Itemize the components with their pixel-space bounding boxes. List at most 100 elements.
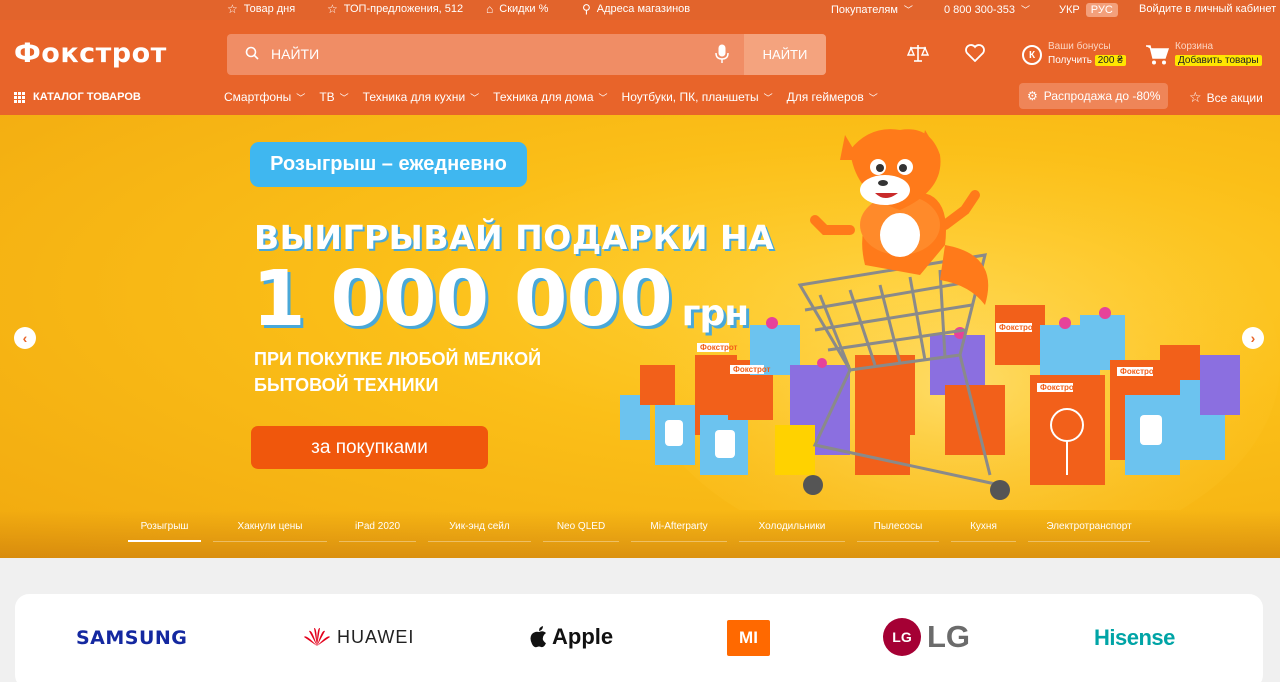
banner-tab[interactable]: Уик-энд сейл	[428, 521, 531, 542]
banner-tab[interactable]: Электротранспорт	[1028, 521, 1150, 542]
logo[interactable]: Фокстрот	[14, 38, 167, 69]
brand-xiaomi[interactable]: MI	[727, 620, 770, 656]
shop-now-button[interactable]: за покупками	[251, 426, 488, 469]
buyers-menu[interactable]: Покупателям ﹀	[831, 3, 913, 16]
nav-label: Техника для дома	[493, 90, 594, 104]
phone-menu[interactable]: 0 800 300-353 ﹀	[944, 3, 1030, 16]
bonus-widget[interactable]: К Ваши бонусы Получить 200 ₴	[1022, 40, 1126, 68]
compare-scales-icon[interactable]	[907, 42, 929, 64]
nav-label: ТВ	[319, 90, 335, 104]
brand-lg-label: LG	[927, 619, 971, 654]
daily-draw-badge: Розыгрыш – ежедневно	[250, 142, 527, 187]
cart-add-badge: Добавить товары	[1175, 55, 1262, 66]
tag-icon: ⌂	[486, 2, 494, 16]
catalog-label: КАТАЛОГ ТОВАРОВ	[33, 91, 141, 103]
discounts-link[interactable]: ⌂ Скидки %	[486, 3, 548, 15]
box-label: Фокстрот	[1040, 383, 1078, 392]
nav-label: Смартфоны	[224, 90, 292, 104]
bonus-coin-icon: К	[1022, 45, 1042, 65]
header: Фокстрот НАЙТИ НАЙТИ К Ваши бонусы Получ…	[0, 20, 1280, 115]
nav-item-tv[interactable]: ТВ ﹀	[319, 90, 348, 104]
nav-label: Техника для кухни	[362, 90, 466, 104]
nav-item-gamers[interactable]: Для геймеров ﹀	[787, 90, 878, 104]
heart-icon[interactable]	[965, 44, 985, 62]
banner-subline: ПРИ ПОКУПКЕ ЛЮБОЙ МЕЛКОЙ БЫТОВОЙ ТЕХНИКИ	[254, 346, 541, 398]
promo-banner[interactable]: Фокстрот Фокстрот Фокстрот Фокстрот Фокс…	[0, 115, 1280, 558]
nav-label: Ноутбуки, ПК, планшеты	[621, 90, 759, 104]
box-label: Фокстрот	[700, 343, 738, 352]
banner-tab[interactable]: Хакнули цены	[213, 521, 327, 542]
stores-label: Адреса магазинов	[596, 3, 691, 15]
chevron-down-icon: ﹀	[296, 92, 306, 103]
brand-apple[interactable]: Apple	[529, 624, 613, 650]
box-label: Фокстрот	[999, 323, 1037, 332]
nav-item-home[interactable]: Техника для дома ﹀	[493, 90, 607, 104]
stores-link[interactable]: ⚲ Адреса магазинов	[582, 3, 690, 15]
login-label: Войдите в личный кабинет	[1139, 3, 1277, 15]
search-bar: НАЙТИ НАЙТИ	[227, 34, 826, 75]
map-pin-icon: ⚲	[582, 2, 591, 16]
star-icon: ☆	[227, 2, 238, 16]
top-bar: ☆ Товар дня ☆ ТОП-предложения, 512 ⌂ Ски…	[0, 0, 1280, 20]
microphone-icon[interactable]	[715, 44, 729, 64]
banner-tab[interactable]: Кухня	[951, 521, 1016, 542]
chevron-down-icon: ﹀	[339, 92, 349, 103]
top-offers-link[interactable]: ☆ ТОП-предложения, 512	[327, 3, 463, 15]
all-actions-link[interactable]: ☆ Все акции	[1189, 89, 1263, 106]
main-nav: КАТАЛОГ ТОВАРОВ Смартфоны ﹀ ТВ ﹀ Техника д…	[0, 83, 1280, 109]
search-icon	[245, 46, 259, 60]
banner-headline: ВЫИГРЫВАЙ ПОДАРКИ НА	[254, 218, 775, 257]
brand-apple-label: Apple	[552, 624, 614, 649]
brands-strip: SAMSUNG HUAWEI Apple MI LG LG Hisense	[15, 594, 1263, 682]
brand-huawei[interactable]: HUAWEI	[303, 626, 414, 648]
banner-subline-1: ПРИ ПОКУПКЕ ЛЮБОЙ МЕЛКОЙ	[254, 349, 542, 369]
login-link[interactable]: Войдите в личный кабинет	[1139, 3, 1276, 15]
language-switch: УКР РУС	[1059, 3, 1118, 17]
banner-subline-2: БЫТОВОЙ ТЕХНИКИ	[254, 375, 439, 395]
apple-logo-icon	[530, 626, 546, 648]
sale-button[interactable]: ⚙ Распродажа до -80%	[1019, 83, 1169, 109]
brand-samsung[interactable]: SAMSUNG	[76, 627, 187, 649]
nav-item-kitchen[interactable]: Техника для кухни ﹀	[363, 90, 479, 104]
sale-label: Распродажа до -80%	[1043, 89, 1161, 103]
banner-tab[interactable]: Розыгрыш	[128, 521, 201, 542]
banner-currency: грн	[681, 293, 749, 334]
buyers-label: Покупателям	[831, 3, 898, 16]
search-input[interactable]: НАЙТИ	[271, 46, 319, 62]
star-icon: ☆	[1189, 89, 1202, 105]
nav-item-laptops[interactable]: Ноутбуки, ПК, планшеты ﹀	[622, 90, 773, 104]
bonus-label: Ваши бонусы	[1048, 41, 1111, 52]
banner-tabs: Розыгрыш Хакнули цены iPad 2020 Уик-энд …	[128, 521, 1150, 542]
lang-ukr[interactable]: УКР	[1059, 4, 1080, 16]
chevron-down-icon: ﹀	[470, 92, 480, 103]
banner-amount-value: 1 000 000	[252, 255, 673, 344]
cart-icon	[1146, 45, 1169, 65]
search-button[interactable]: НАЙТИ	[744, 34, 826, 75]
discounts-label: Скидки %	[499, 3, 549, 15]
chevron-down-icon: ﹀	[868, 92, 878, 103]
banner-tab[interactable]: Neo QLED	[543, 521, 619, 542]
prev-slide-arrow-icon[interactable]: ‹	[14, 327, 36, 349]
lang-rus[interactable]: РУС	[1085, 3, 1118, 17]
banner-tab[interactable]: Mi-Afterparty	[631, 521, 727, 542]
nav-item-smartphones[interactable]: Смартфоны ﹀	[224, 90, 305, 104]
brand-hisense[interactable]: Hisense	[1094, 625, 1175, 651]
deal-of-day-link[interactable]: ☆ Товар дня	[227, 3, 295, 15]
bonus-get-label: Получить	[1048, 55, 1092, 66]
brand-huawei-label: HUAWEI	[337, 626, 415, 647]
lg-circle-logo: LG	[883, 618, 921, 656]
next-slide-arrow-icon[interactable]: ›	[1242, 327, 1264, 349]
grid-icon	[14, 91, 25, 103]
banner-tab[interactable]: Холодильники	[739, 521, 845, 542]
cart-widget[interactable]: Корзина Добавить товары	[1145, 40, 1262, 68]
all-actions-label: Все акции	[1206, 90, 1263, 105]
banner-tab[interactable]: Пылесосы	[857, 521, 939, 542]
star-icon: ☆	[327, 2, 338, 16]
chevron-down-icon: ﹀	[1020, 5, 1030, 15]
chevron-down-icon: ﹀	[903, 5, 913, 15]
gear-icon: ⚙	[1027, 89, 1038, 103]
brand-lg[interactable]: LG LG	[883, 618, 970, 656]
banner-tab[interactable]: iPad 2020	[339, 521, 416, 542]
deal-of-day-label: Товар дня	[243, 3, 296, 15]
catalog-button[interactable]: КАТАЛОГ ТОВАРОВ	[14, 91, 141, 103]
